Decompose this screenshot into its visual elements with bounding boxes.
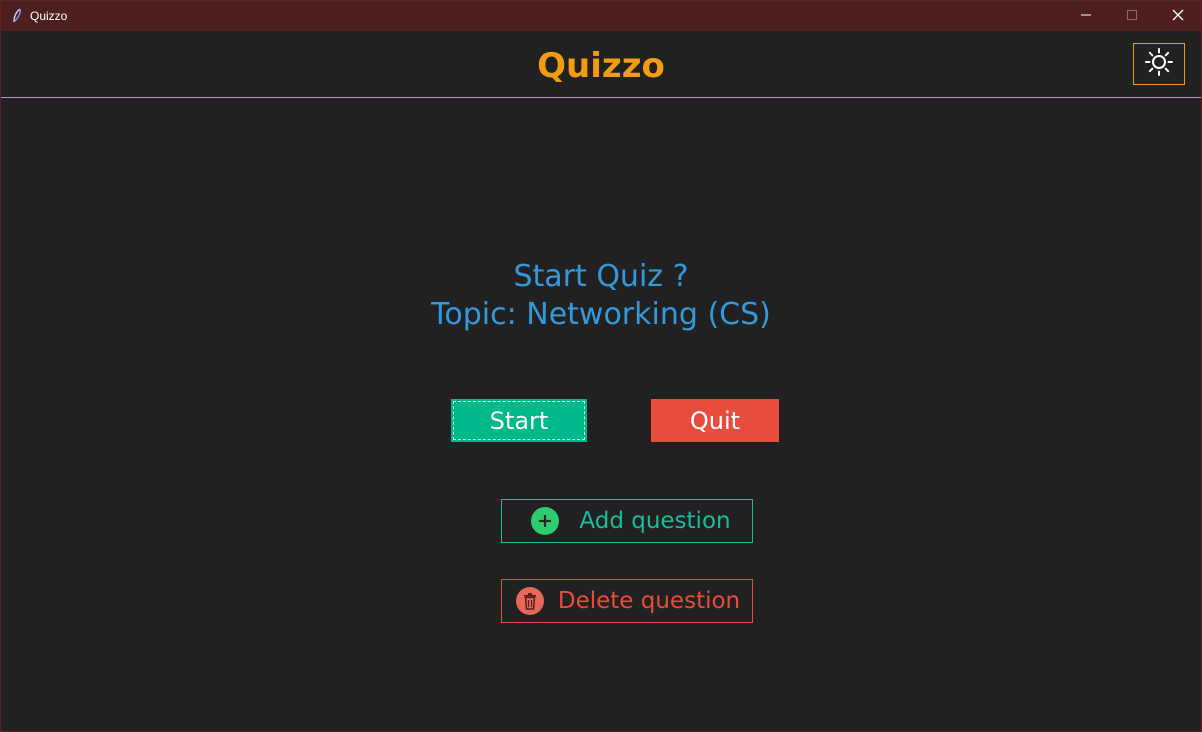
minimize-icon — [1081, 9, 1091, 23]
add-question-button[interactable]: Add question — [501, 499, 753, 543]
close-button[interactable] — [1155, 1, 1201, 31]
start-button[interactable]: Start — [451, 399, 587, 442]
close-icon — [1172, 9, 1184, 24]
maximize-button[interactable] — [1109, 1, 1155, 31]
add-question-label: Add question — [579, 508, 731, 534]
delete-question-button[interactable]: Delete question — [501, 579, 753, 623]
maximize-icon — [1127, 9, 1137, 23]
quit-button[interactable]: Quit — [651, 399, 779, 442]
sun-icon — [1144, 47, 1174, 81]
start-quiz-prompt: Start Quiz ? — [513, 259, 689, 294]
topic-label: Topic: Networking (CS) — [431, 297, 771, 332]
trash-icon — [515, 587, 544, 615]
title-bar[interactable]: Quizzo — [1, 1, 1201, 31]
window-title: Quizzo — [30, 9, 68, 23]
delete-question-label: Delete question — [557, 588, 741, 614]
plus-circle-icon — [531, 507, 560, 535]
app-title: Quizzo — [537, 46, 665, 86]
quit-button-label: Quit — [689, 406, 741, 435]
theme-toggle-button[interactable] — [1133, 43, 1185, 85]
app-header: Quizzo — [1, 31, 1201, 98]
minimize-button[interactable] — [1063, 1, 1109, 31]
start-button-label: Start — [489, 406, 549, 435]
app-window: Quizzo Quizzo Start Quiz ? Topic: Networ… — [0, 0, 1202, 732]
feather-icon — [11, 8, 23, 24]
